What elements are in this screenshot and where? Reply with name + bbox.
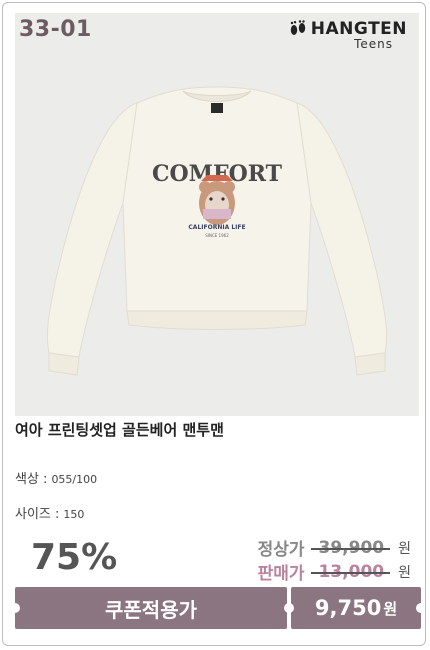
regular-price-label: 정상가 xyxy=(257,540,305,560)
color-label: 색상 : xyxy=(15,472,48,487)
brand-sub: Teens xyxy=(354,37,393,51)
size-option: 사이즈 :150 xyxy=(15,503,84,522)
sale-price-label: 판매가 xyxy=(257,564,305,584)
sale-price-currency: 원 xyxy=(398,564,411,581)
coupon-price-button[interactable]: 쿠폰적용가 xyxy=(15,587,287,629)
discount-rate: 75% xyxy=(31,537,118,578)
bar-notch-right xyxy=(416,603,425,613)
coupon-price-label: 쿠폰적용가 xyxy=(105,597,197,622)
regular-price: 39,900 xyxy=(310,538,390,558)
brand-name: HANGTEN xyxy=(310,19,407,39)
final-price-currency: 원 xyxy=(383,599,398,618)
final-price-box[interactable]: 9,750 원 xyxy=(291,587,421,629)
sale-price-row: 판매가 13,000 원 xyxy=(257,559,411,585)
regular-price-row: 정상가 39,900 원 xyxy=(257,535,411,561)
size-value: 150 xyxy=(63,508,85,521)
final-price: 9,750 xyxy=(314,596,382,620)
brand-logo: HANGTEN Teens xyxy=(288,19,407,51)
regular-price-currency: 원 xyxy=(398,540,411,557)
product-card[interactable]: 33-01 HANGTEN Teens COMFORT CALIFORNIA L… xyxy=(2,2,426,646)
color-value: 055/100 xyxy=(51,473,98,486)
svg-text:CALIFORNIA LIFE: CALIFORNIA LIFE xyxy=(188,224,245,231)
sweater-illustration: COMFORT CALIFORNIA LIFE SINCE 1962 xyxy=(46,86,388,376)
size-label: 사이즈 : xyxy=(15,507,60,522)
footprints-icon xyxy=(290,20,305,35)
product-image[interactable]: 33-01 HANGTEN Teens COMFORT CALIFORNIA L… xyxy=(15,13,419,416)
sale-price: 13,000 xyxy=(310,562,390,582)
bar-notch-left xyxy=(10,603,20,613)
product-code: 33-01 xyxy=(19,17,92,42)
bar-notch-middle xyxy=(284,603,294,613)
product-title[interactable]: 여아 프린팅셋업 골든베어 맨투맨 xyxy=(15,419,224,440)
svg-text:SINCE 1962: SINCE 1962 xyxy=(205,233,229,238)
color-option: 색상 :055/100 xyxy=(15,468,97,487)
